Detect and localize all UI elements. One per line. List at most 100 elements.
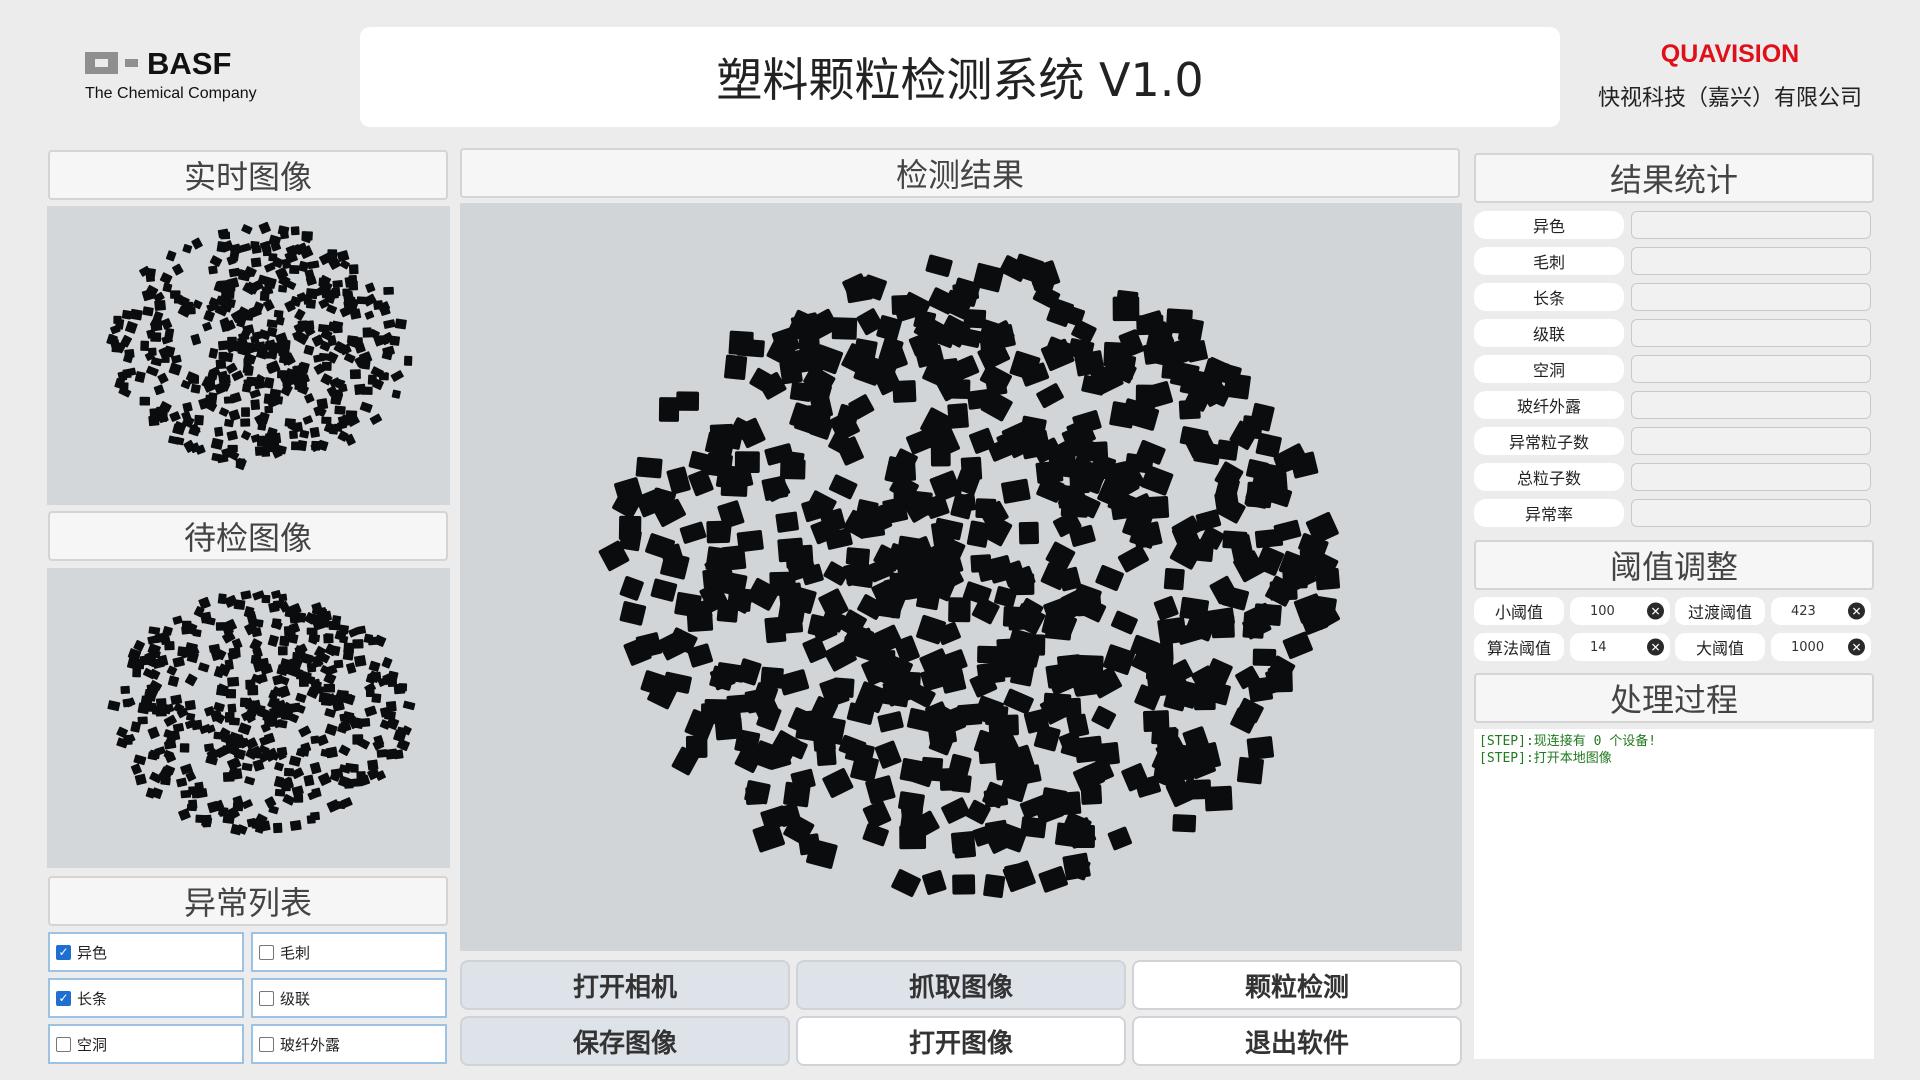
pellet bbox=[210, 437, 224, 450]
pellet bbox=[345, 662, 357, 674]
pellet bbox=[218, 351, 228, 360]
open-camera-button[interactable]: 打开相机 bbox=[460, 960, 790, 1010]
pellet bbox=[279, 635, 290, 647]
checkbox-icon[interactable] bbox=[259, 1036, 274, 1052]
checkbox-icon[interactable] bbox=[56, 1036, 71, 1052]
pellet bbox=[241, 762, 253, 772]
pellet bbox=[132, 658, 145, 670]
pellet bbox=[165, 250, 177, 262]
pellet bbox=[1252, 648, 1277, 667]
pellet bbox=[188, 786, 198, 795]
pellet bbox=[227, 703, 237, 713]
pellet bbox=[1036, 383, 1064, 409]
stat-label-text: 级联 bbox=[1532, 325, 1565, 344]
pellet bbox=[381, 656, 393, 669]
algorithm-threshold-label: 算法阈值 bbox=[1474, 633, 1564, 661]
pellet bbox=[241, 407, 250, 417]
stat-field-abnormal-rate bbox=[1631, 499, 1871, 527]
stat-field-void bbox=[1631, 355, 1871, 383]
anomaly-list-title: 异常列表 bbox=[183, 884, 312, 922]
pellet bbox=[1142, 342, 1166, 365]
large-threshold-label: 大阈值 bbox=[1675, 633, 1765, 661]
process-log[interactable]: [STEP]:现连接有 0 个设备! [STEP]:打开本地图像 bbox=[1474, 729, 1874, 1059]
anomaly-checkbox-strip[interactable]: ✓ 长条 bbox=[48, 978, 244, 1018]
pellet bbox=[1076, 654, 1104, 676]
stat-label-text: 异常粒子数 bbox=[1508, 433, 1589, 452]
pellet bbox=[1142, 710, 1170, 733]
pellet bbox=[1001, 478, 1031, 504]
checkbox-icon[interactable] bbox=[259, 990, 274, 1006]
stat-label-text: 毛刺 bbox=[1532, 253, 1565, 272]
pellet bbox=[170, 694, 183, 705]
pellet bbox=[344, 276, 357, 288]
grab-image-button[interactable]: 抓取图像 bbox=[796, 960, 1126, 1010]
anomaly-label: 空洞 bbox=[77, 1035, 108, 1054]
pellet bbox=[785, 544, 814, 569]
threshold-header: 阈值调整 bbox=[1474, 540, 1874, 590]
open-image-label: 打开图像 bbox=[908, 1028, 1013, 1059]
quavision-brand: QUAVISION bbox=[1660, 40, 1800, 68]
pellet bbox=[327, 249, 338, 260]
pellet bbox=[284, 418, 296, 428]
pellet bbox=[383, 286, 394, 295]
pellet bbox=[313, 353, 325, 363]
pellet bbox=[1010, 661, 1035, 687]
pellet bbox=[761, 475, 789, 501]
anomaly-checkbox-void[interactable]: 空洞 bbox=[48, 1024, 244, 1064]
stat-field-burr bbox=[1631, 247, 1871, 275]
detection-result-header: 检测结果 bbox=[460, 148, 1460, 198]
pellet bbox=[323, 683, 336, 693]
transition-threshold-input[interactable]: 423 ✕ bbox=[1771, 597, 1871, 625]
pellet bbox=[995, 714, 1019, 736]
pellet bbox=[223, 396, 234, 404]
pellet bbox=[310, 811, 320, 821]
pellet bbox=[666, 466, 691, 495]
anomaly-checkbox-cascade[interactable]: 级联 bbox=[251, 978, 447, 1018]
clear-circle-icon[interactable]: ✕ bbox=[1647, 602, 1664, 620]
anomaly-checkbox-color[interactable]: ✓ 异色 bbox=[48, 932, 244, 972]
pellet bbox=[619, 576, 644, 601]
anomaly-list-header: 异常列表 bbox=[48, 876, 448, 926]
pellet bbox=[134, 371, 146, 383]
open-image-button[interactable]: 打开图像 bbox=[796, 1016, 1126, 1066]
pellet bbox=[360, 718, 371, 727]
checkbox-icon[interactable] bbox=[259, 944, 274, 960]
pellet bbox=[214, 426, 224, 437]
pellet bbox=[169, 411, 181, 422]
clear-circle-icon[interactable]: ✕ bbox=[1848, 602, 1865, 620]
checkmark-icon[interactable]: ✓ bbox=[56, 990, 71, 1006]
pellet bbox=[1093, 742, 1120, 766]
pellet bbox=[1161, 361, 1185, 381]
stat-label-strip: 长条 bbox=[1474, 283, 1624, 311]
pellet bbox=[1072, 410, 1102, 435]
particle-detect-button[interactable]: 颗粒检测 bbox=[1132, 960, 1462, 1010]
algorithm-threshold-input[interactable]: 14 ✕ bbox=[1570, 633, 1670, 661]
stat-label-cascade: 级联 bbox=[1474, 319, 1624, 347]
pellet bbox=[148, 415, 160, 427]
pellet bbox=[274, 761, 284, 772]
pellet bbox=[155, 709, 167, 717]
large-threshold-input[interactable]: 1000 ✕ bbox=[1771, 633, 1871, 661]
pellet bbox=[139, 396, 151, 406]
pellet bbox=[378, 335, 389, 344]
pellet bbox=[1315, 568, 1341, 591]
anomaly-checkbox-fiber[interactable]: 玻纤外露 bbox=[251, 1024, 447, 1064]
exit-software-button[interactable]: 退出软件 bbox=[1132, 1016, 1462, 1066]
save-image-button[interactable]: 保存图像 bbox=[460, 1016, 790, 1066]
pellet bbox=[164, 641, 175, 651]
checkmark-icon[interactable]: ✓ bbox=[56, 944, 71, 960]
pellet bbox=[951, 773, 972, 793]
clear-circle-icon[interactable]: ✕ bbox=[1647, 638, 1664, 656]
pellet bbox=[734, 729, 761, 755]
pellet bbox=[278, 593, 288, 602]
pellet bbox=[140, 695, 153, 706]
small-threshold-input[interactable]: 100 ✕ bbox=[1570, 597, 1670, 625]
anomaly-checkbox-burr[interactable]: 毛刺 bbox=[251, 932, 447, 972]
stat-field-fiber bbox=[1631, 391, 1871, 419]
pellet bbox=[147, 726, 160, 740]
pellet bbox=[202, 321, 213, 332]
pellet bbox=[1153, 595, 1179, 621]
clear-circle-icon[interactable]: ✕ bbox=[1848, 638, 1865, 656]
pellet bbox=[764, 616, 787, 644]
pellet bbox=[339, 635, 349, 644]
